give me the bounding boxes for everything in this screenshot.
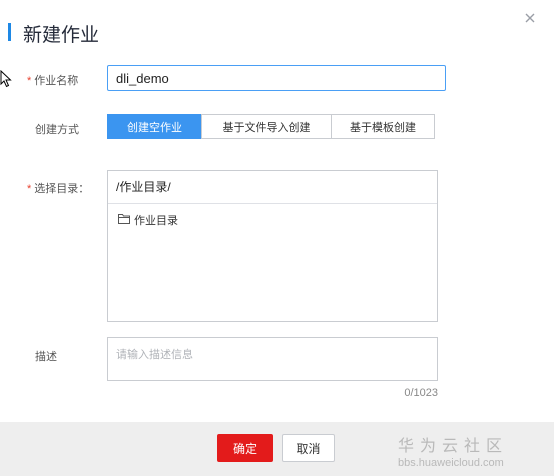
description-label: 描述: [35, 351, 57, 363]
directory-selector: /作业目录/ 作业目录: [107, 170, 438, 322]
description-char-counter: 0/1023: [404, 387, 438, 399]
directory-path: /作业目录/: [108, 171, 437, 204]
description-textarea[interactable]: [107, 337, 438, 381]
mouse-cursor-icon: [0, 69, 12, 93]
watermark: 华为云社区 bbs.huaweicloud.com: [398, 432, 508, 469]
create-mode-segmented-control: 创建空作业 基于文件导入创建 基于模板创建: [107, 114, 435, 139]
directory-tree-item[interactable]: 作业目录: [118, 212, 178, 228]
required-mark: *: [27, 75, 32, 87]
create-mode-label: 创建方式: [35, 124, 79, 136]
create-mode-file-import-button[interactable]: 基于文件导入创建: [201, 114, 332, 139]
job-name-label: * 作业名称: [27, 72, 78, 88]
folder-icon: [118, 213, 134, 227]
close-icon[interactable]: [522, 10, 538, 26]
directory-label: * 选择目录：: [27, 180, 89, 196]
directory-label-text: 选择目录：: [34, 183, 90, 195]
job-name-input[interactable]: [107, 65, 446, 91]
dialog-title: 新建作业: [23, 25, 100, 46]
title-accent-bar: [8, 23, 11, 41]
required-mark: *: [27, 183, 32, 195]
confirm-button[interactable]: 确定: [217, 434, 273, 462]
watermark-brand: 华为云社区: [398, 438, 509, 455]
directory-tree-item-label: 作业目录: [134, 215, 178, 227]
new-job-dialog: 新建作业 *作业名称 创建方式 创建空作业 基于文件导入创建 基于模板创建 *选…: [0, 0, 554, 476]
cancel-button[interactable]: 取消: [282, 434, 335, 462]
job-name-label-text: 作业名称: [34, 75, 79, 87]
watermark-url: bbs.huaweicloud.com: [398, 457, 504, 469]
create-mode-empty-button[interactable]: 创建空作业: [107, 114, 202, 139]
create-mode-template-button[interactable]: 基于模板创建: [331, 114, 435, 139]
